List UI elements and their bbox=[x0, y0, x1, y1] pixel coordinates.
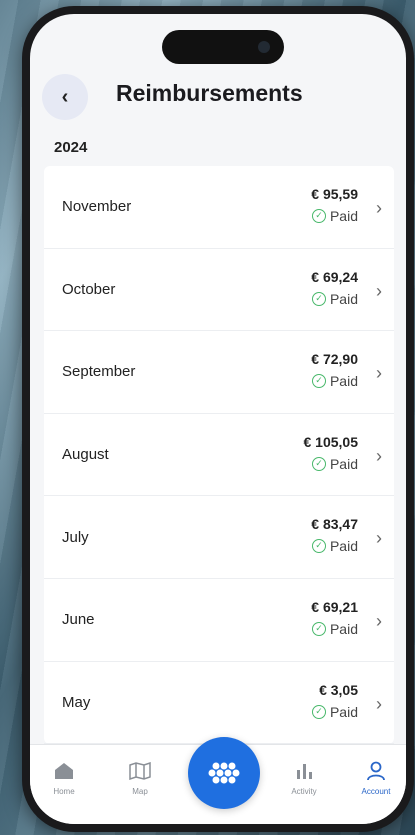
year-heading: 2024 bbox=[54, 139, 88, 156]
status-label: Paid bbox=[329, 373, 358, 390]
status-label: Paid bbox=[329, 455, 358, 472]
amount: € 105,05 bbox=[303, 433, 359, 450]
amount: € 83,47 bbox=[311, 516, 358, 533]
reimbursement-list: November € 95,59 ✓ Paid › October € 69,24… bbox=[44, 166, 394, 745]
nav-map[interactable]: Map bbox=[112, 759, 168, 796]
month-label: July bbox=[62, 528, 89, 546]
map-icon bbox=[112, 759, 168, 783]
nav-home-label: Home bbox=[53, 787, 75, 796]
check-circle-icon: ✓ bbox=[311, 209, 326, 223]
camera-icon bbox=[258, 41, 270, 53]
amount: € 3,05 bbox=[319, 681, 358, 698]
center-action-button[interactable] bbox=[188, 737, 260, 809]
status-label: Paid bbox=[329, 208, 358, 224]
status-badge: ✓ Paid bbox=[311, 538, 358, 555]
reimbursement-row[interactable]: October € 69,24 ✓ Paid › bbox=[44, 249, 394, 332]
nav-account[interactable]: Account bbox=[348, 759, 404, 796]
check-circle-icon: ✓ bbox=[311, 704, 326, 719]
chevron-right-icon: › bbox=[376, 363, 382, 384]
phone-frame: ‹ Reimbursements 2024 November € 95,59 ✓… bbox=[22, 6, 414, 832]
status-badge: ✓ Paid bbox=[311, 208, 358, 224]
screen: ‹ Reimbursements 2024 November € 95,59 ✓… bbox=[30, 14, 406, 824]
check-circle-icon: ✓ bbox=[311, 374, 326, 389]
status-label: Paid bbox=[329, 620, 358, 637]
reimbursement-row[interactable]: June € 69,21 ✓ Paid › bbox=[44, 579, 394, 662]
amount: € 69,21 bbox=[311, 598, 358, 615]
back-button[interactable]: ‹ bbox=[42, 74, 88, 120]
header: ‹ Reimbursements bbox=[30, 68, 406, 124]
status-badge: ✓ Paid bbox=[311, 703, 358, 720]
nav-activity[interactable]: Activity bbox=[276, 759, 332, 796]
nav-activity-label: Activity bbox=[291, 787, 317, 796]
back-icon: ‹ bbox=[61, 85, 69, 108]
status-badge: ✓ Paid bbox=[311, 620, 358, 637]
chevron-right-icon: › bbox=[376, 280, 382, 301]
reimbursement-row[interactable]: August € 105,05 ✓ Paid › bbox=[44, 414, 394, 497]
home-icon bbox=[36, 759, 92, 783]
bar-chart-icon bbox=[276, 759, 332, 783]
check-circle-icon: ✓ bbox=[311, 291, 326, 306]
dynamic-island bbox=[162, 30, 284, 64]
month-label: November bbox=[62, 198, 132, 216]
chevron-right-icon: › bbox=[376, 528, 382, 549]
reimbursement-row[interactable]: July € 83,47 ✓ Paid › bbox=[44, 496, 394, 579]
nav-home[interactable]: Home bbox=[36, 759, 92, 796]
bottom-nav: Home Map Activity Account bbox=[30, 737, 406, 824]
month-label: June bbox=[62, 611, 95, 629]
amount: € 95,59 bbox=[311, 186, 358, 202]
reimbursement-row[interactable]: November € 95,59 ✓ Paid › bbox=[44, 166, 394, 249]
dots-icon bbox=[208, 762, 240, 784]
check-circle-icon: ✓ bbox=[311, 621, 326, 636]
status-label: Paid bbox=[329, 703, 358, 720]
amount: € 69,24 bbox=[311, 268, 358, 285]
month-label: August bbox=[62, 446, 109, 464]
chevron-right-icon: › bbox=[376, 693, 382, 714]
page-title: Reimbursements bbox=[116, 80, 303, 106]
status-label: Paid bbox=[329, 538, 358, 555]
month-label: September bbox=[62, 363, 136, 381]
nav-map-label: Map bbox=[132, 787, 148, 796]
reimbursement-row[interactable]: September € 72,90 ✓ Paid › bbox=[44, 331, 394, 414]
check-circle-icon: ✓ bbox=[311, 539, 326, 554]
month-label: October bbox=[62, 280, 116, 298]
status-label: Paid bbox=[329, 290, 358, 307]
nav-account-label: Account bbox=[361, 787, 391, 796]
status-badge: ✓ Paid bbox=[311, 455, 358, 472]
chevron-right-icon: › bbox=[376, 198, 382, 218]
amount: € 72,90 bbox=[311, 351, 358, 368]
user-icon bbox=[348, 759, 404, 783]
status-badge: ✓ Paid bbox=[311, 290, 358, 307]
month-label: May bbox=[62, 693, 91, 711]
check-circle-icon: ✓ bbox=[311, 456, 326, 471]
status-badge: ✓ Paid bbox=[311, 373, 358, 390]
chevron-right-icon: › bbox=[376, 610, 382, 631]
reimbursement-row[interactable]: May € 3,05 ✓ Paid › bbox=[44, 662, 394, 745]
chevron-right-icon: › bbox=[376, 445, 382, 466]
